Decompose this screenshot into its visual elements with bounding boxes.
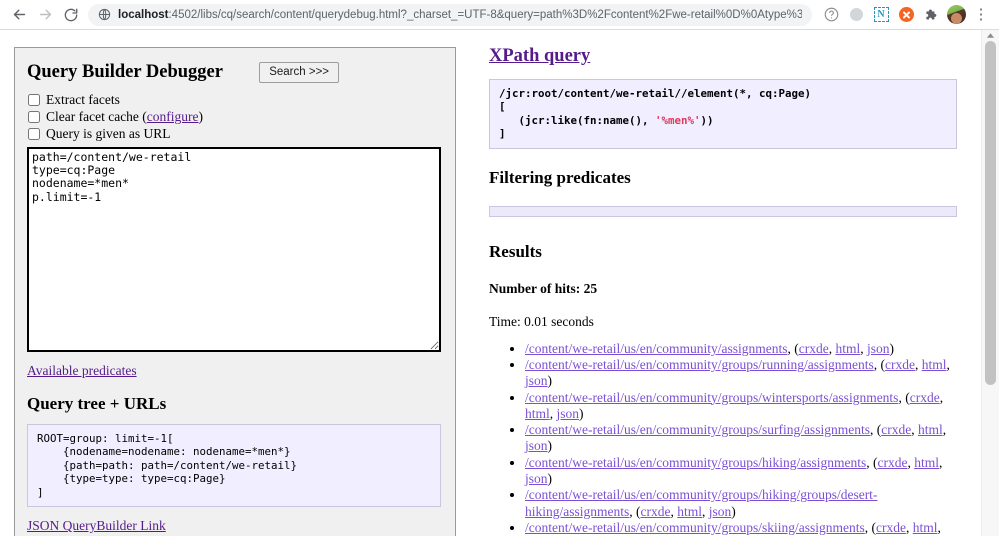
query-input[interactable] (27, 147, 441, 352)
configure-link[interactable]: configure (147, 108, 199, 125)
share-icon[interactable] (819, 3, 843, 27)
result-crxde-link[interactable]: crxde (877, 455, 907, 470)
result-crxde-link[interactable]: crxde (799, 341, 829, 356)
result-html-link[interactable]: html (922, 357, 947, 372)
result-html-link[interactable]: html (677, 504, 702, 519)
url-path: :4502/libs/cq/search/content/querydebug.… (168, 8, 802, 21)
result-crxde-link[interactable]: crxde (876, 520, 906, 535)
available-predicates-row: Available predicates (27, 362, 443, 380)
url-text: localhost:4502/libs/cq/search/content/qu… (118, 4, 802, 26)
scroll-up-arrow-icon[interactable] (982, 30, 999, 40)
clear-facet-cache-checkbox[interactable] (28, 110, 40, 123)
page-title: Query Builder Debugger (27, 62, 223, 82)
checkbox-clear-facet-cache[interactable]: Clear facet cache (configure) (27, 108, 443, 125)
puzzle-icon[interactable] (919, 3, 943, 27)
xpath-line-3-suffix: )) (700, 113, 714, 127)
result-html-link[interactable]: html (913, 520, 938, 535)
result-html-link[interactable]: html (914, 455, 939, 470)
page-scrollbar[interactable] (981, 30, 999, 536)
search-button[interactable]: Search >>> (259, 62, 339, 83)
chrome-menu-button[interactable]: ⋮ (969, 3, 993, 27)
result-item: /content/we-retail/us/en/community/group… (525, 357, 959, 390)
result-json-link[interactable]: json (557, 406, 580, 421)
avatar (946, 5, 966, 24)
result-path-link[interactable]: /content/we-retail/us/en/community/group… (525, 390, 898, 405)
clear-facet-cache-label: Clear facet cache ( (46, 109, 147, 124)
xpath-string-literal: '%men%' (655, 113, 701, 127)
available-predicates-link[interactable]: Available predicates (27, 363, 137, 379)
toolbar-icons: N ⋮ (818, 3, 993, 27)
query-builder-panel: Query Builder Debugger Search >>> Extrac… (14, 47, 456, 536)
results-heading: Results (489, 241, 542, 261)
query-is-url-label: Query is given as URL (46, 126, 171, 141)
result-json-link[interactable]: json (525, 373, 548, 388)
query-is-url-checkbox[interactable] (28, 127, 40, 140)
result-item: /content/we-retail/us/en/community/group… (525, 422, 959, 455)
notion-extension-icon[interactable]: N (869, 3, 893, 27)
result-path-link[interactable]: /content/we-retail/us/en/community/assig… (525, 341, 787, 356)
result-item: /content/we-retail/us/en/community/group… (525, 390, 959, 423)
orange-x-icon (898, 7, 914, 22)
filtering-predicates-heading: Filtering predicates (489, 167, 631, 187)
result-item: /content/we-retail/us/en/community/assig… (525, 341, 959, 357)
xpath-query-heading[interactable]: XPath query (489, 46, 590, 67)
result-json-link[interactable]: json (525, 471, 548, 486)
checkbox-query-is-url[interactable]: Query is given as URL (27, 125, 443, 142)
result-json-link[interactable]: json (709, 504, 732, 519)
result-path-link[interactable]: /content/we-retail/us/en/community/group… (525, 520, 865, 535)
extract-facets-label: Extract facets (46, 92, 120, 107)
result-path-link[interactable]: /content/we-retail/us/en/community/group… (525, 357, 874, 372)
xpath-line-1: /jcr:root/content/we-retail//element(*, … (499, 87, 812, 100)
profile-avatar[interactable] (944, 3, 968, 27)
page-viewport: Query Builder Debugger Search >>> Extrac… (0, 30, 999, 536)
extension-gray-icon[interactable] (844, 3, 868, 27)
query-time: Time: 0.01 seconds (489, 313, 594, 329)
address-bar[interactable]: localhost:4502/libs/cq/search/content/qu… (88, 3, 812, 26)
json-link-row: JSON QueryBuilder Link (27, 517, 443, 535)
n-badge-icon: N (873, 7, 889, 22)
result-crxde-link[interactable]: crxde (885, 357, 915, 372)
extract-facets-checkbox[interactable] (28, 93, 40, 106)
checkbox-extract-facets[interactable]: Extract facets (27, 91, 443, 108)
result-crxde-link[interactable]: crxde (881, 422, 911, 437)
globe-icon (98, 8, 111, 21)
result-html-link[interactable]: html (835, 341, 860, 356)
result-json-link[interactable]: json (525, 438, 548, 453)
result-item: /content/we-retail/us/en/community/group… (525, 487, 959, 520)
results-panel: XPath query /jcr:root/content/we-retail/… (489, 46, 959, 536)
result-item: /content/we-retail/us/en/community/group… (525, 520, 959, 536)
xpath-line-4: ] (499, 127, 506, 141)
scrollbar-thumb[interactable] (985, 41, 996, 385)
clear-facet-cache-suffix: ) (198, 109, 204, 124)
result-html-link[interactable]: html (525, 406, 550, 421)
gray-circle-icon (849, 8, 863, 21)
result-path-link[interactable]: /content/we-retail/us/en/community/group… (525, 455, 866, 470)
result-crxde-link[interactable]: crxde (641, 504, 671, 519)
kebab-menu-icon: ⋮ (973, 6, 989, 23)
query-tree-code: ROOT=group: limit=-1[ {nodename=nodename… (27, 424, 441, 508)
url-host: localhost (118, 8, 169, 21)
filtering-predicates-box (489, 205, 957, 217)
result-html-link[interactable]: html (918, 422, 943, 437)
forward-button[interactable] (32, 2, 58, 28)
result-path-link[interactable]: /content/we-retail/us/en/community/group… (525, 422, 870, 437)
hits-count: Number of hits: 25 (489, 280, 598, 296)
json-querybuilder-link[interactable]: JSON QueryBuilder Link (27, 518, 166, 534)
xpath-line-2: [ (499, 100, 506, 114)
result-item: /content/we-retail/us/en/community/group… (525, 455, 959, 488)
reload-button[interactable] (58, 2, 84, 28)
result-json-link[interactable]: json (867, 341, 890, 356)
results-list: /content/we-retail/us/en/community/assig… (489, 341, 959, 536)
xpath-line-3-prefix: (jcr:like(fn:name(), (499, 113, 656, 127)
result-crxde-link[interactable]: crxde (910, 390, 940, 405)
close-extension-icon[interactable] (894, 3, 918, 27)
back-button[interactable] (6, 2, 32, 28)
xpath-query-code: /jcr:root/content/we-retail//element(*, … (489, 79, 957, 149)
browser-toolbar: localhost:4502/libs/cq/search/content/qu… (0, 0, 999, 29)
query-tree-heading: Query tree + URLs (27, 394, 167, 413)
panel-header: Query Builder Debugger Search >>> (27, 58, 443, 87)
page-content: Query Builder Debugger Search >>> Extrac… (0, 30, 981, 536)
